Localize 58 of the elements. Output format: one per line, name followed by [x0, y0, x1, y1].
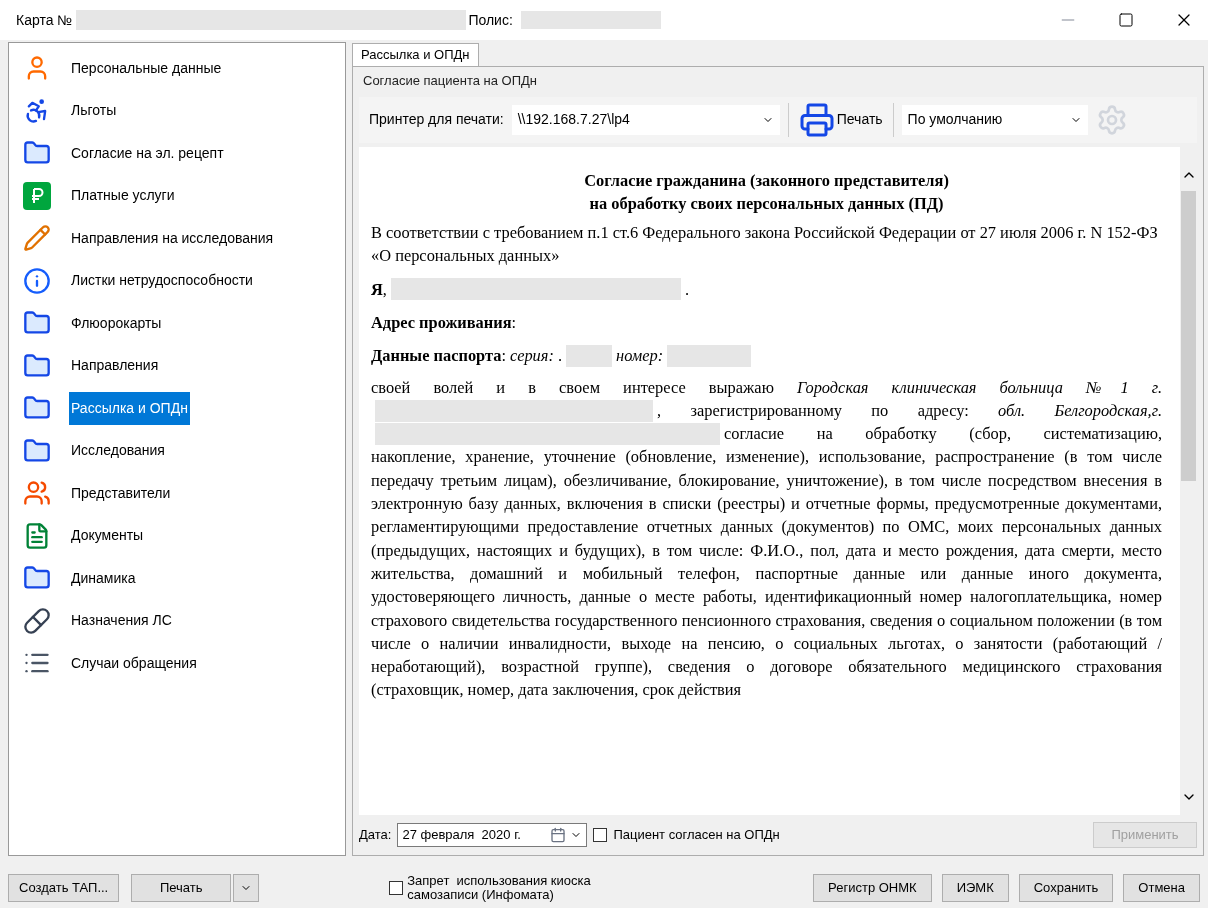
- maximize-icon[interactable]: [1118, 12, 1134, 28]
- action-button[interactable]: Регистр ОНМК: [813, 874, 932, 902]
- consent-label: Пациент согласен на ОПДн: [613, 826, 780, 845]
- document-text: , зарегистрированному по адресу: обл. Белгородская,г.: [657, 399, 1162, 422]
- action-button[interactable]: ИЭМК: [941, 874, 1009, 902]
- date-field[interactable]: 27 февраля 2020 г.: [397, 823, 588, 847]
- tab[interactable]: Рассылка и ОПДн: [352, 43, 479, 66]
- card-label: Карта №: [16, 10, 73, 30]
- document-text: Я,: [371, 278, 387, 301]
- create-tap-button[interactable]: Создать ТАП...: [8, 874, 120, 902]
- folder-icon: [23, 436, 51, 465]
- sidebar-item[interactable]: Листки нетрудоспособности: [69, 264, 255, 298]
- document-title: на обработку своих персональных данных (ПД): [588, 192, 945, 215]
- sidebar-item[interactable]: Платные услуги: [69, 179, 177, 213]
- sidebar-item[interactable]: Документы: [69, 519, 146, 553]
- date-label: Дата:: [359, 826, 392, 845]
- sidebar-item[interactable]: Представители: [69, 476, 173, 510]
- policy-label: Полис:: [468, 10, 513, 30]
- pill-icon: [23, 606, 51, 635]
- document-text: Данные паспорта: серия: .: [371, 345, 563, 368]
- print-button[interactable]: Печать: [796, 99, 885, 140]
- printer-dropdown[interactable]: \\192.168.7.27\lp4: [511, 104, 780, 135]
- sidebar-item[interactable]: Случаи обращения: [69, 646, 199, 680]
- sidebar-item[interactable]: Льготы: [69, 94, 119, 128]
- info-icon: [23, 266, 51, 295]
- pencil-icon: [23, 224, 51, 253]
- sidebar-item[interactable]: Направления на исследования: [69, 221, 276, 255]
- group-title: Согласие пациента на ОПДн: [363, 72, 538, 90]
- ruble-icon: [23, 181, 51, 210]
- document-text: согласие на обработку (сбор, систематизацию,: [724, 423, 1162, 446]
- sidebar-item[interactable]: Флюорокарты: [69, 306, 164, 340]
- sidebar-item[interactable]: Назначения ЛС: [69, 604, 174, 638]
- printer-label: Принтер для печати:: [369, 110, 504, 129]
- sidebar-item[interactable]: Персональные данные: [69, 51, 224, 85]
- document-title: Согласие гражданина (законного представителя): [583, 169, 950, 192]
- kiosk-label: Запрет использования киоска самозаписи (Инфомата): [407, 874, 592, 902]
- document-paragraph: накопление, хранение, уточнение (обновление, изменение), использование, распространение (в том числе передачу третьим лицам), обезличивание, блокирование, уничтожение), в том числе посредством внесения в электронную базу данных, включения в списки (реестры) и отчетные формы, предусмотренные документами, регламентирующими предоставление отчетных данных (документов) по ОМС, моих персональных данных (предыдущих, настоящих и будущих), в том числе: Ф.И.О., пол, дата и место рождения, дата смерти, место жительства, домашний и мобильный телефон, паспортные данные или данные иного документа, удостоверяющего личность, данные о месте работы, идентификационный номер налогоплательщика, номер страхового свидетельства государственного пенсионного страхования, сведения о социальном положении (в том числе о наличии инвалидности, выходе на пенсию, о социальных льготах, о занятости (работающий / неработающий), возрастной группе), сведения о договоре обязательного медицинского страхования (страховщик, номер, дата заключения, срок действия: [371, 446, 1162, 702]
- action-button[interactable]: Отмена: [1123, 874, 1200, 902]
- print-button[interactable]: Печать: [131, 874, 232, 902]
- checkbox[interactable]: [389, 881, 404, 895]
- sidebar-item[interactable]: Направления: [69, 349, 161, 383]
- document-text: Адрес проживания:: [371, 312, 517, 334]
- sidebar-item[interactable]: Согласие на эл. рецепт: [69, 136, 226, 170]
- document-text: своей волей и в своем интересе выражаю Городская клиническая больница №1 г.: [371, 376, 1162, 399]
- document-text: .: [684, 278, 690, 301]
- document-text: номер:: [616, 345, 664, 368]
- checkbox[interactable]: [593, 828, 608, 842]
- sidebar-item[interactable]: Исследования: [69, 434, 167, 468]
- template-dropdown[interactable]: По умолчанию: [901, 104, 1088, 135]
- folder-icon: [23, 351, 51, 380]
- redacted-block: [566, 344, 613, 367]
- printer-icon: [798, 101, 835, 138]
- sidebar-item[interactable]: Рассылка и ОПДн: [69, 391, 190, 425]
- calendar-icon[interactable]: [550, 827, 567, 843]
- sidebar-item[interactable]: Динамика: [69, 561, 138, 595]
- document-paragraph: В соответствии с требованием п.1 ст.6 Федерального закона Российской Федерации от 27 июля 2006 г. N 152-ФЗ «О персональных данных»: [371, 222, 1159, 268]
- action-button[interactable]: Сохранить: [1018, 874, 1114, 902]
- people-icon: [23, 479, 51, 508]
